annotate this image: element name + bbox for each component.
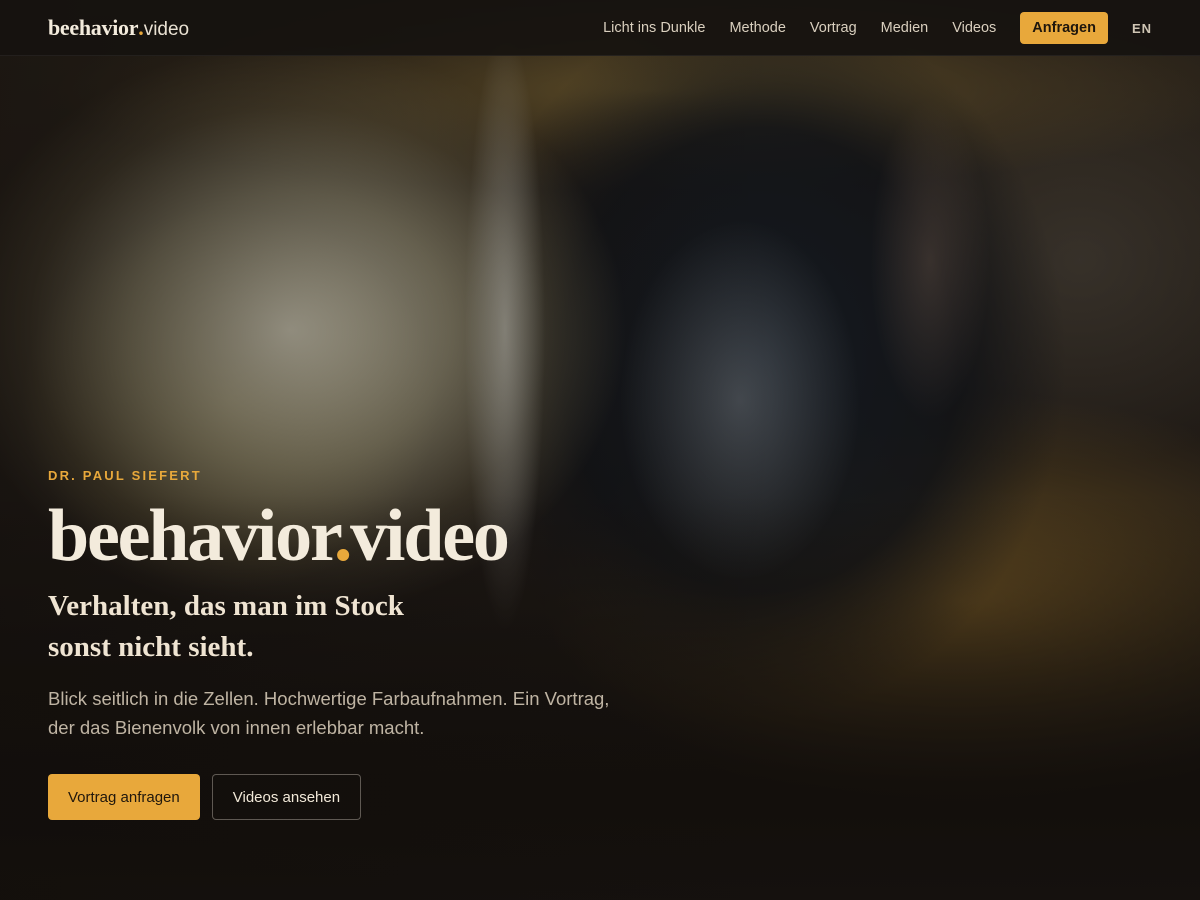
brand-tld: video <box>143 19 190 40</box>
hero-title-main: beehavior <box>48 495 336 577</box>
brand-logo[interactable]: beehavior.video <box>48 14 189 44</box>
nav-request-button[interactable]: Anfragen <box>1020 12 1108 44</box>
top-navigation: beehavior.video Licht ins Dunkle Methode… <box>0 0 1200 56</box>
nav-link-methode[interactable]: Methode <box>729 20 785 36</box>
hero-section: DR. PAUL SIEFERT beehavior.video Verhalt… <box>48 466 648 820</box>
request-talk-button[interactable]: Vortrag anfragen <box>48 774 200 820</box>
hero-eyebrow: DR. PAUL SIEFERT <box>48 468 202 483</box>
hero-lead-text: Blick seitlich in die Zellen. Hochwertig… <box>48 688 610 738</box>
nav-links: Licht ins Dunkle Methode Vortrag Medien … <box>603 12 1152 44</box>
nav-link-vortrag[interactable]: Vortrag <box>810 20 857 36</box>
nav-link-licht-ins-dunkle[interactable]: Licht ins Dunkle <box>603 20 705 36</box>
hero-title-tld: video <box>350 495 510 577</box>
brand-name: beehavior <box>48 15 139 40</box>
hero-title: beehavior.video <box>48 496 648 576</box>
watch-videos-button[interactable]: Videos ansehen <box>211 774 362 820</box>
nav-link-medien[interactable]: Medien <box>881 20 929 36</box>
hero-actions: Vortrag anfragen Videos ansehen <box>48 774 648 820</box>
hero-title-dot: . <box>333 495 353 577</box>
nav-link-videos[interactable]: Videos <box>952 20 996 36</box>
hero-subtitle: Verhalten, das man im Stock sonst nicht … <box>48 590 404 663</box>
language-switch-button[interactable]: EN <box>1132 21 1152 36</box>
